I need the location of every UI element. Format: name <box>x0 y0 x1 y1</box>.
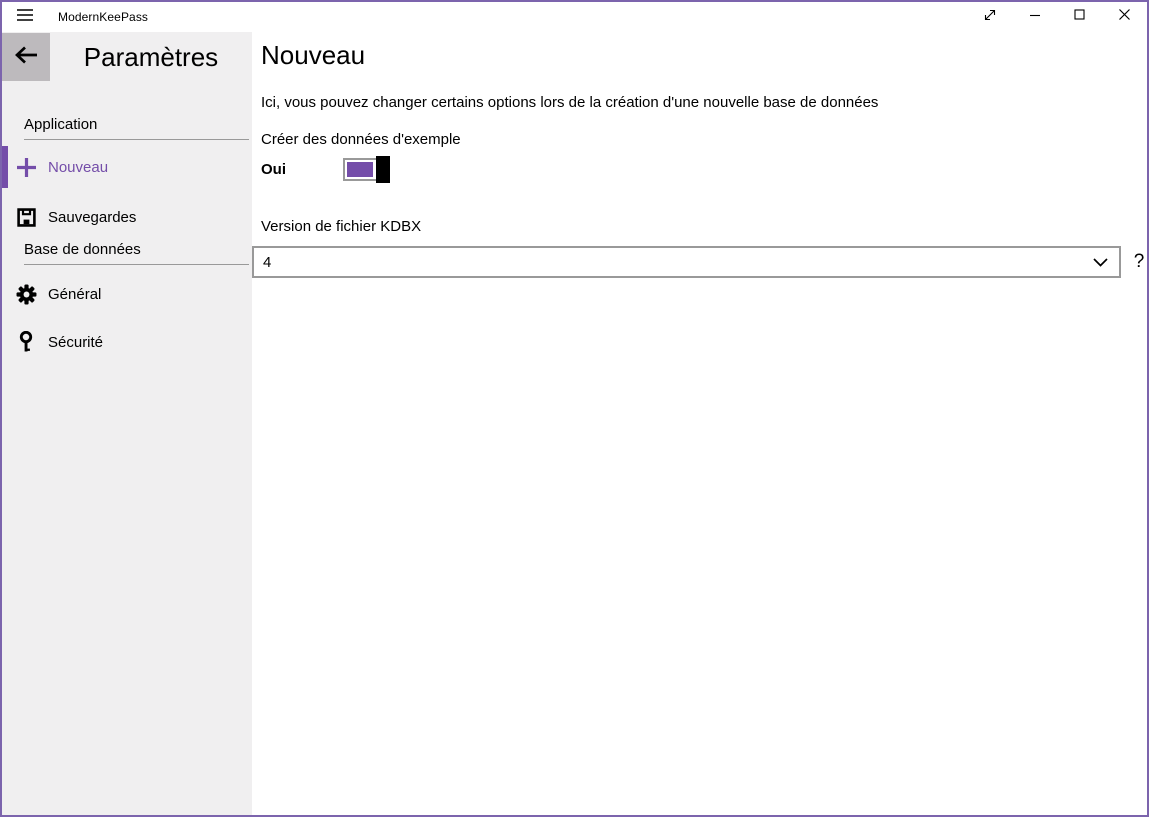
chevron-down-icon <box>1093 258 1108 267</box>
window-controls <box>967 2 1147 32</box>
window-title: ModernKeePass <box>58 10 148 24</box>
sample-data-label: Créer des données d'exemple <box>261 131 461 148</box>
toggle-state-label: Oui <box>261 161 286 178</box>
selected-indicator <box>2 196 8 238</box>
maximize-icon <box>1073 8 1086 26</box>
sidebar-item-nouveau[interactable]: Nouveau <box>2 146 252 188</box>
sidebar-item-label: Sauvegardes <box>48 209 136 226</box>
sidebar-item-general[interactable]: Général <box>2 273 252 315</box>
section-header-base-de-donnees: Base de données <box>24 241 249 265</box>
hamburger-menu-button[interactable] <box>2 2 48 32</box>
kdbx-version-label: Version de fichier KDBX <box>261 218 421 235</box>
page-description: Ici, vous pouvez changer certains option… <box>261 94 878 111</box>
back-button[interactable] <box>2 33 50 81</box>
kdbx-version-combobox[interactable]: 4 <box>252 246 1121 278</box>
toggle-knob[interactable] <box>376 156 390 183</box>
sample-data-toggle[interactable] <box>343 158 390 181</box>
key-icon <box>14 331 38 354</box>
minimize-icon <box>1029 8 1041 26</box>
fullscreen-icon <box>982 7 998 28</box>
settings-sidebar: Paramètres Application Nouveau Sauvegard… <box>2 32 252 815</box>
sidebar-item-label: Nouveau <box>48 159 108 176</box>
sidebar-item-label: Général <box>48 286 101 303</box>
settings-page-nouveau: Nouveau Ici, vous pouvez changer certain… <box>252 32 1147 815</box>
sidebar-item-securite[interactable]: Sécurité <box>2 321 252 363</box>
selected-indicator <box>2 273 8 315</box>
toggle-track-fill <box>347 162 373 177</box>
minimize-button[interactable] <box>1012 2 1057 32</box>
sidebar-item-sauvegardes[interactable]: Sauvegardes <box>2 196 252 238</box>
gear-icon <box>14 284 38 305</box>
pane-title: Paramètres <box>50 42 252 73</box>
section-header-application: Application <box>24 116 249 140</box>
close-icon <box>1118 8 1131 26</box>
close-button[interactable] <box>1102 2 1147 32</box>
app-window: ModernKeePass <box>0 0 1149 817</box>
kdbx-version-value: 4 <box>263 254 1093 271</box>
kdbx-help-button[interactable]: ? <box>1129 248 1149 276</box>
selected-indicator <box>2 321 8 363</box>
arrow-left-icon <box>13 44 39 71</box>
plus-icon <box>14 157 38 178</box>
page-title: Nouveau <box>261 40 365 71</box>
titlebar: ModernKeePass <box>2 2 1147 32</box>
sidebar-item-label: Sécurité <box>48 334 103 351</box>
hamburger-icon <box>16 8 34 27</box>
fullscreen-button[interactable] <box>967 2 1012 32</box>
maximize-button[interactable] <box>1057 2 1102 32</box>
save-icon <box>14 208 38 227</box>
selected-indicator <box>2 146 8 188</box>
